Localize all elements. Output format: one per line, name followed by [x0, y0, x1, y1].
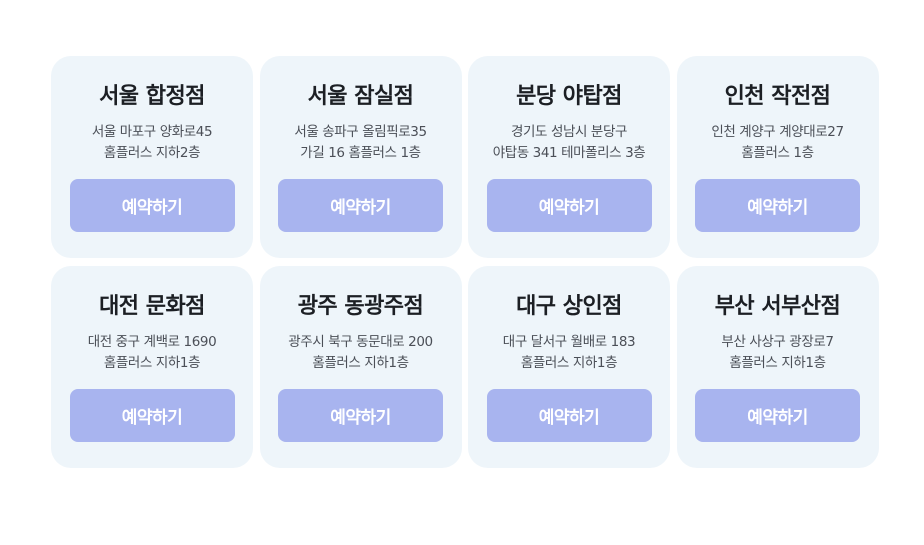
store-address-line1: 부산 사상구 광장로7: [721, 334, 834, 350]
store-name: 부산 서부산점: [714, 294, 841, 319]
reserve-button[interactable]: 예약하기: [278, 179, 443, 232]
store-address-line2: 홈플러스 지하2층: [103, 145, 201, 161]
reserve-button[interactable]: 예약하기: [278, 389, 443, 442]
store-name: 인천 작전점: [724, 84, 831, 109]
reserve-button[interactable]: 예약하기: [695, 389, 860, 442]
store-address-line2: 홈플러스 지하1층: [520, 355, 618, 371]
store-card-jakjeon: 인천 작전점 인천 계양구 계양대로27 홈플러스 1층 예약하기: [676, 56, 879, 258]
store-address-line2: 홈플러스 지하1층: [312, 355, 409, 371]
reserve-button[interactable]: 예약하기: [695, 179, 860, 232]
store-address: 부산 사상구 광장로7 홈플러스 지하1층: [721, 332, 834, 376]
store-address-line1: 서울 송파구 올림픽로35: [294, 124, 427, 140]
reserve-button[interactable]: 예약하기: [486, 179, 652, 232]
store-address-line1: 대전 중구 계백로 1690: [87, 334, 217, 350]
store-card-jamsil: 서울 잠실점 서울 송파구 올림픽로35 가길 16 홈플러스 1층 예약하기: [259, 56, 462, 258]
store-address-line1: 광주시 북구 동문대로 200: [288, 334, 433, 350]
store-name: 대전 문화점: [99, 294, 205, 319]
store-address: 서울 송파구 올림픽로35 가길 16 홈플러스 1층: [294, 122, 427, 166]
store-name: 분당 야탑점: [516, 84, 622, 109]
store-address: 광주시 북구 동문대로 200 홈플러스 지하1층: [288, 332, 433, 376]
store-address-line2: 홈플러스 1층: [741, 145, 814, 161]
store-name: 서울 잠실점: [307, 84, 414, 109]
store-address: 서울 마포구 양화로45 홈플러스 지하2층: [91, 122, 213, 166]
store-address-line1: 경기도 성남시 분당구: [511, 124, 627, 140]
store-address-line2: 야탑동 341 테마폴리스 3층: [492, 145, 646, 161]
reserve-button[interactable]: 예약하기: [69, 389, 235, 442]
store-address: 경기도 성남시 분당구 야탑동 341 테마폴리스 3층: [493, 122, 646, 166]
store-card-yatap: 분당 야탑점 경기도 성남시 분당구 야탑동 341 테마폴리스 3층 예약하기: [468, 56, 670, 258]
reserve-button[interactable]: 예약하기: [486, 389, 652, 442]
store-card-sangin: 대구 상인점 대구 달서구 월배로 183 홈플러스 지하1층 예약하기: [468, 266, 670, 468]
store-card-munhwa: 대전 문화점 대전 중구 계백로 1690 홈플러스 지하1층 예약하기: [51, 266, 253, 468]
store-name: 대구 상인점: [516, 294, 622, 319]
store-address-line1: 대구 달서구 월배로 183: [502, 334, 636, 350]
store-card-hapjeong: 서울 합정점 서울 마포구 양화로45 홈플러스 지하2층 예약하기: [51, 56, 253, 258]
store-address-line2: 홈플러스 지하1층: [729, 355, 826, 371]
store-name: 서울 합정점: [99, 84, 205, 109]
store-card-seobusan: 부산 서부산점 부산 사상구 광장로7 홈플러스 지하1층 예약하기: [676, 266, 879, 468]
store-address-line2: 홈플러스 지하1층: [103, 355, 201, 371]
store-name: 광주 동광주점: [297, 294, 424, 319]
store-grid: 서울 합정점 서울 마포구 양화로45 홈플러스 지하2층 예약하기 서울 잠실…: [51, 56, 879, 468]
store-address-line2: 가길 16 홈플러스 1층: [300, 145, 421, 161]
store-address: 대구 달서구 월배로 183 홈플러스 지하1층: [502, 332, 636, 376]
store-address-line1: 서울 마포구 양화로45: [91, 124, 213, 140]
store-card-donggwangju: 광주 동광주점 광주시 북구 동문대로 200 홈플러스 지하1층 예약하기: [259, 266, 462, 468]
store-address: 대전 중구 계백로 1690 홈플러스 지하1층: [88, 332, 217, 376]
store-address: 인천 계양구 계양대로27 홈플러스 1층: [711, 122, 844, 166]
reserve-button[interactable]: 예약하기: [69, 179, 235, 232]
store-address-line1: 인천 계양구 계양대로27: [711, 124, 844, 140]
